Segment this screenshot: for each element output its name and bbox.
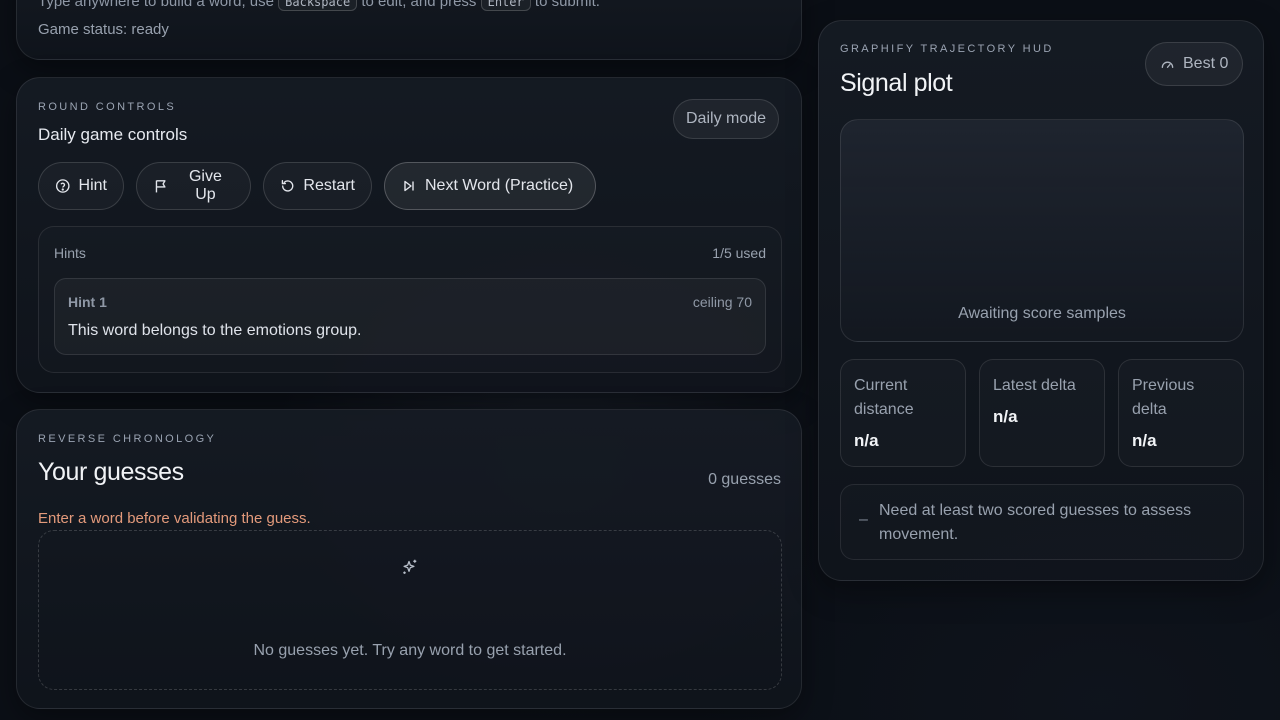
next-word-button-label: Next Word (Practice) (425, 177, 574, 194)
latest-delta-label: Latest delta (993, 377, 1076, 394)
best-score-badge: Best 0 (1145, 42, 1244, 86)
movement-text: Need at least two scored guesses to asse… (879, 502, 1192, 543)
restart-button-label: Restart (303, 177, 355, 194)
guesses-count: 0 guesses (708, 471, 781, 488)
mode-badge: Daily mode (673, 99, 780, 139)
guesses-eyebrow: REVERSE CHRONOLOGY (38, 433, 217, 445)
backspace-key: Backspace (278, 0, 358, 11)
instructions-middle: to edit, and press (361, 0, 477, 10)
hints-panel: Hints 1/5 used Hint 1 ceiling 70 This wo… (38, 226, 782, 373)
guesses-card: REVERSE CHRONOLOGY Your guesses 0 guesse… (16, 409, 802, 709)
instructions-card: Type anywhere to build a word, use Backs… (16, 0, 802, 60)
latest-delta-value: n/a (993, 407, 1018, 426)
round-controls-title: Daily game controls (38, 125, 188, 144)
hint-ceiling: ceiling 70 (692, 294, 752, 310)
movement-assessment: – Need at least two scored guesses to as… (840, 484, 1244, 560)
round-controls-card: ROUND CONTROLS Daily game controls Daily… (16, 77, 802, 393)
previous-delta-label: Previous delta (1132, 377, 1195, 418)
signal-plot: Awaiting score samples (840, 119, 1244, 342)
instructions-prefix: Type anywhere to build a word, use (38, 0, 274, 10)
previous-delta-value: n/a (1132, 431, 1157, 450)
hints-used-count: 1/5 used (712, 245, 766, 261)
enter-key: Enter (480, 0, 531, 11)
give-up-button[interactable]: Give Up (136, 162, 251, 210)
best-score-label: Best 0 (1183, 55, 1229, 72)
hint-button[interactable]: Hint (38, 162, 124, 210)
hint-title: Hint 1 (68, 294, 107, 310)
rotate-ccw-icon (281, 180, 294, 192)
restart-button[interactable]: Restart (263, 162, 372, 210)
guesses-empty-text: No guesses yet. Try any word to get star… (253, 642, 567, 659)
hud-title: Signal plot (840, 69, 953, 97)
game-status: Game status: ready (38, 21, 169, 38)
movement-dash: – (859, 511, 868, 528)
plot-empty-message: Awaiting score samples (958, 305, 1126, 322)
next-word-button[interactable]: Next Word (Practice) (384, 162, 596, 210)
current-distance-stat: Current distance n/a (840, 359, 966, 467)
hints-label: Hints (54, 245, 86, 261)
latest-delta-stat: Latest delta n/a (979, 359, 1105, 467)
current-distance-label: Current distance (854, 377, 914, 418)
instructions-suffix: to submit. (534, 0, 600, 10)
help-circle-icon (55, 179, 70, 193)
hint-text: This word belongs to the emotions group. (68, 322, 362, 339)
hint-item: Hint 1 ceiling 70 This word belongs to t… (54, 278, 766, 355)
gauge-icon (1161, 61, 1174, 68)
give-up-button-label: Give Up (188, 168, 222, 203)
current-distance-value: n/a (854, 431, 879, 450)
round-controls-eyebrow: ROUND CONTROLS (38, 101, 177, 113)
guesses-title: Your guesses (38, 458, 184, 486)
hud-eyebrow: GRAPHIFY TRAJECTORY HUD (840, 43, 1054, 55)
previous-delta-stat: Previous delta n/a (1118, 359, 1244, 467)
flag-icon (155, 180, 166, 193)
instructions-text: Type anywhere to build a word, use Backs… (38, 0, 600, 11)
sparkles-icon (403, 559, 417, 574)
guess-error-message: Enter a word before validating the guess… (38, 510, 311, 527)
hint-button-label: Hint (78, 177, 107, 194)
trajectory-hud-card: GRAPHIFY TRAJECTORY HUD Signal plot Best… (818, 20, 1264, 581)
skip-forward-icon (404, 180, 414, 192)
guesses-empty-state: No guesses yet. Try any word to get star… (38, 530, 782, 690)
